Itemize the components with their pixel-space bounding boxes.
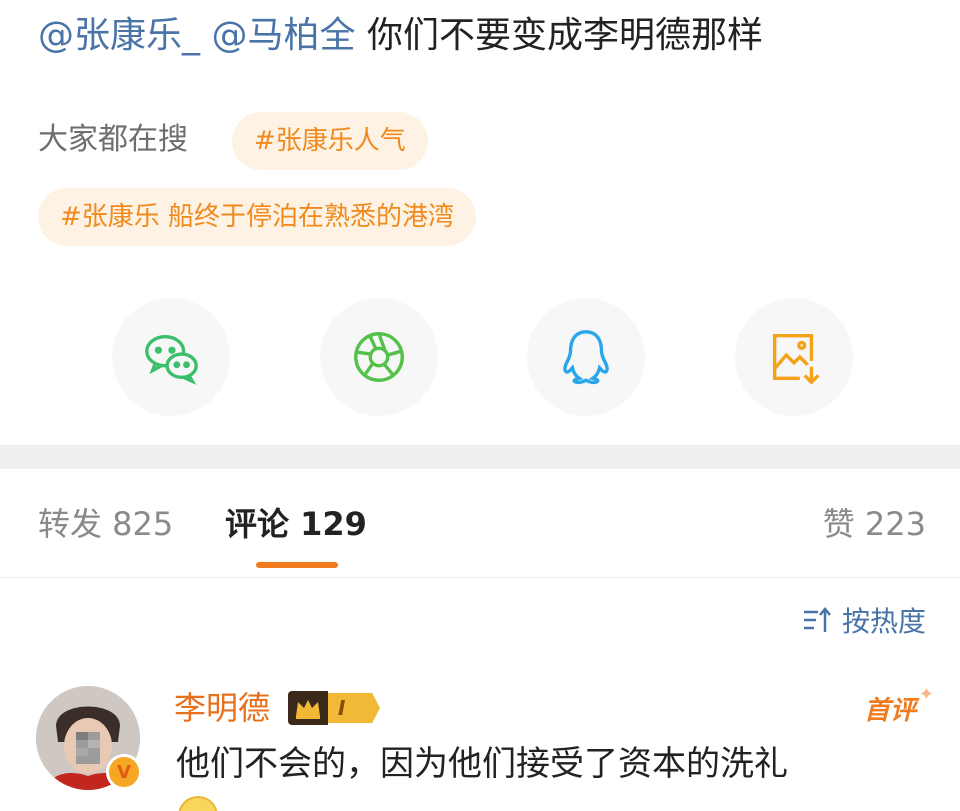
mention-link[interactable]: @马柏全 xyxy=(211,15,355,56)
level-label: I xyxy=(328,693,380,723)
qq-icon xyxy=(563,330,609,385)
save-image-icon xyxy=(772,333,820,385)
section-divider xyxy=(0,445,960,469)
level-badge: I xyxy=(288,690,380,726)
hot-search-tag[interactable]: #张康乐人气 xyxy=(232,112,428,170)
tab-repost[interactable]: 转发 825 xyxy=(38,500,173,548)
post-body: 你们不要变成李明德那样 xyxy=(366,15,763,56)
sort-icon xyxy=(803,607,831,632)
share-qq-button[interactable] xyxy=(527,298,645,416)
post-text: @张康乐_ @马柏全 你们不要变成李明德那样 xyxy=(38,12,763,60)
mention-link[interactable]: @张康乐_ xyxy=(38,15,200,56)
hot-search-tag[interactable]: #张康乐 船终于停泊在熟悉的港湾 xyxy=(38,188,477,246)
save-image-button[interactable] xyxy=(735,298,853,416)
comment-username[interactable]: 李明德 xyxy=(174,686,270,730)
share-moments-button[interactable] xyxy=(320,298,438,416)
weibo-post-detail: @张康乐_ @马柏全 你们不要变成李明德那样 大家都在搜 #张康乐人气 #张康乐… xyxy=(0,0,960,811)
hot-search-label: 大家都在搜 xyxy=(38,122,188,157)
sort-label: 按热度 xyxy=(841,605,926,638)
sparkle-icon: ✦ xyxy=(918,684,934,705)
verified-badge: V xyxy=(106,754,142,790)
active-tab-indicator xyxy=(256,562,338,568)
first-comment-badge: 首评 xyxy=(863,696,916,726)
sort-button[interactable]: 按热度 xyxy=(802,598,926,642)
emoji-icon xyxy=(178,796,218,811)
crown-icon xyxy=(288,691,328,725)
share-wechat-button[interactable] xyxy=(112,298,230,416)
tab-comment[interactable]: 评论 129 xyxy=(225,500,367,548)
comment-text: 他们不会的，因为他们接受了资本的洗礼 xyxy=(176,744,788,784)
wechat-icon xyxy=(145,334,198,385)
divider xyxy=(0,577,960,578)
tab-like[interactable]: 赞 223 xyxy=(823,500,926,548)
moments-icon xyxy=(354,332,404,382)
